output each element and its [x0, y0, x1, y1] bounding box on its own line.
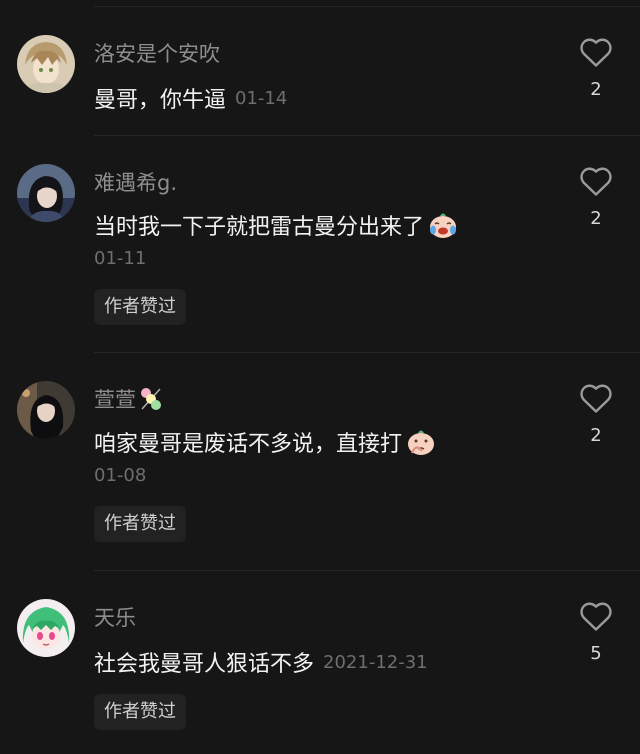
like-count: 5	[590, 643, 602, 664]
divider	[94, 135, 640, 136]
comment-content: 咱家曼哥是废话不多说，直接打	[94, 432, 403, 457]
comment-content: 社会我曼哥人狠话不多	[94, 652, 315, 677]
avatar[interactable]	[17, 599, 75, 657]
avatar[interactable]	[17, 35, 75, 93]
username-text[interactable]: 难遇希g.	[94, 167, 177, 197]
avatar-image	[17, 381, 75, 439]
like-count: 2	[590, 425, 602, 446]
dango-emoji	[138, 385, 164, 413]
avatar-image	[17, 164, 75, 222]
thinking-emoji	[406, 427, 436, 457]
like-count: 2	[590, 79, 602, 100]
comment-text: 曼哥，你牛逼 01-14	[94, 82, 287, 114]
username-text[interactable]: 天乐	[94, 602, 136, 632]
avatar[interactable]	[17, 381, 75, 439]
username[interactable]: 难遇希g.	[94, 167, 177, 197]
comment-text: 咱家曼哥是废话不多说，直接打	[94, 426, 436, 458]
like-count: 2	[590, 208, 602, 229]
laughing-tears-emoji	[428, 210, 458, 240]
avatar-image	[17, 599, 75, 657]
avatar[interactable]	[17, 164, 75, 222]
comment-content: 曼哥，你牛逼	[94, 88, 227, 113]
comment-text: 当时我一下子就把雷古曼分出来了	[94, 209, 458, 241]
comment-date: 01-14	[235, 87, 288, 109]
like-button[interactable]: 2	[578, 382, 614, 446]
top-divider	[94, 6, 640, 7]
author-liked-badge: 作者赞过	[94, 289, 186, 325]
like-button[interactable]: 2	[578, 36, 614, 100]
author-liked-badge: 作者赞过	[94, 694, 186, 730]
comment-text: 社会我曼哥人狠话不多 2021-12-31	[94, 646, 428, 678]
username-text[interactable]: 萱萱	[94, 384, 136, 414]
heart-outline-icon[interactable]	[579, 36, 613, 68]
like-button[interactable]: 5	[578, 600, 614, 664]
divider	[94, 352, 640, 353]
heart-outline-icon[interactable]	[579, 600, 613, 632]
comment-content: 当时我一下子就把雷古曼分出来了	[94, 215, 425, 240]
comment-date: 2021-12-31	[323, 651, 428, 673]
username[interactable]: 天乐	[94, 602, 136, 632]
username[interactable]: 萱萱	[94, 384, 164, 414]
divider	[94, 570, 640, 571]
comment-date: 01-08	[94, 465, 147, 486]
username-text[interactable]: 洛安是个安吹	[94, 38, 220, 68]
avatar-image	[17, 35, 75, 93]
author-liked-badge: 作者赞过	[94, 506, 186, 542]
heart-outline-icon[interactable]	[579, 382, 613, 414]
heart-outline-icon[interactable]	[579, 165, 613, 197]
username[interactable]: 洛安是个安吹	[94, 38, 220, 68]
like-button[interactable]: 2	[578, 165, 614, 229]
comment-date: 01-11	[94, 248, 147, 269]
